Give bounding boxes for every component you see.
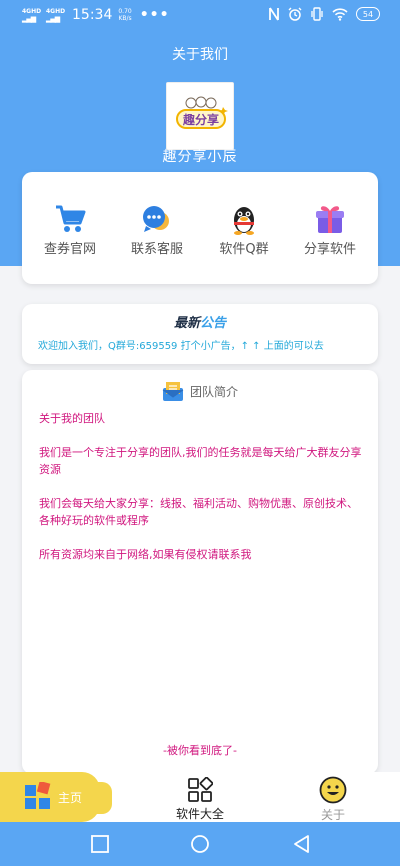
battery-icon: 54 (356, 7, 380, 21)
bottom-tab-bar: 主页 软件大全 关于 (0, 772, 400, 822)
nfc-icon (269, 7, 279, 21)
tab-about[interactable]: 关于 (300, 772, 366, 822)
intro-paragraph: 关于我的团队 (39, 412, 105, 425)
home-circle-icon[interactable] (190, 834, 210, 854)
cart-icon (56, 205, 86, 232)
page-title: 关于我们 (172, 47, 228, 63)
quick-link-coupon-site[interactable]: 查券官网 (30, 202, 110, 257)
back-triangle-icon[interactable] (292, 834, 312, 854)
tab-home[interactable]: 主页 (0, 772, 110, 822)
announcement-text: 欢迎加入我们，Q群号:659559 打个小广告，↑ ↑ 上面的可以去 (38, 341, 324, 352)
envelope-icon (162, 382, 184, 401)
home-grid-icon (25, 782, 51, 809)
qq-penguin-icon (234, 207, 254, 235)
quick-link-qq-group[interactable]: 软件Q群 (204, 202, 284, 257)
end-of-list-note: -被你看到底了- (163, 744, 237, 757)
quick-links-card: 查券官网 联系客服 软件Q群 分享软件 (22, 172, 378, 284)
gift-icon (316, 206, 344, 233)
clock: 15:34 (72, 7, 113, 23)
quick-link-customer-service[interactable]: 联系客服 (117, 202, 197, 257)
intro-paragraph: 我们是一个专注于分享的团队,我们的任务就是每天给广大群友分享资源 (39, 446, 362, 476)
network-speed: 0.70 KB/s (118, 8, 132, 22)
alarm-icon (288, 7, 302, 21)
signal-icon: 4GHD ▂▄▆ (22, 7, 42, 23)
team-intro-heading: 团队简介 (22, 380, 378, 402)
quick-link-share-software[interactable]: 分享软件 (290, 202, 370, 257)
more-notifications-icon: ••• (139, 7, 170, 23)
signal-icon: 4GHD ▂▄▆ (46, 7, 66, 23)
team-intro-card: 团队简介 关于我的团队 我们是一个专注于分享的团队,我们的任务就是每天给广大群友… (22, 370, 378, 774)
announcement-card: 最新公告 欢迎加入我们，Q群号:659559 打个小广告，↑ ↑ 上面的可以去 (22, 304, 378, 364)
app-logo: 趣分享 (166, 82, 234, 150)
announcement-title: 最新公告 (173, 316, 227, 331)
tab-software[interactable]: 软件大全 (160, 772, 240, 822)
vibrate-icon (311, 7, 323, 21)
chat-icon (143, 206, 169, 232)
status-bar: 4GHD ▂▄▆ 4GHD ▂▄▆ 15:34 0.70 KB/s ••• 54 (0, 0, 400, 32)
wifi-icon (332, 7, 348, 21)
intro-paragraph: 我们会每天给大家分享：线报、福利活动、购物优惠、原创技术、各种好玩的软件或程序 (39, 497, 358, 527)
svg-text:趣分享: 趣分享 (182, 112, 219, 127)
team-intro-body: 关于我的团队 我们是一个专注于分享的团队,我们的任务就是每天给广大群友分享资源 … (39, 410, 364, 580)
apps-icon (188, 777, 213, 802)
system-navigation-bar (0, 822, 400, 866)
app-name: 趣分享小辰 (162, 149, 238, 165)
smiley-icon (319, 776, 347, 804)
recent-apps-icon[interactable] (90, 834, 110, 854)
intro-paragraph: 所有资源均来自于网络,如果有侵权请联系我 (39, 548, 252, 561)
